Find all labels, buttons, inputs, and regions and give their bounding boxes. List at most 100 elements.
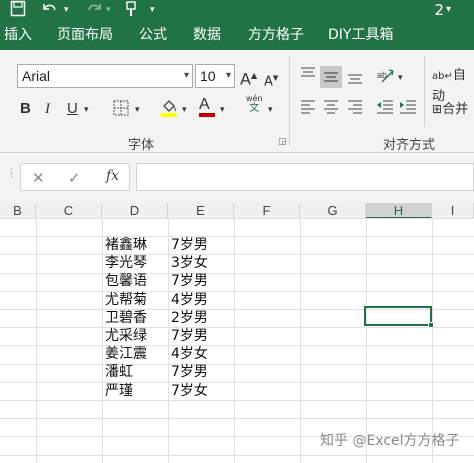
column-header-g[interactable]: G [300,203,366,219]
undo-dropdown-icon[interactable]: ▾ [64,0,69,20]
font-color-dropdown-icon[interactable]: ▾ [220,100,225,120]
watermark: 知乎 @Excel方方格子 [320,433,460,449]
orientation-dropdown-icon[interactable]: ▾ [398,68,403,88]
align-right-button[interactable] [347,99,363,120]
column-header-h[interactable]: H [366,203,432,219]
tab-data[interactable]: 数据 [193,20,221,50]
borders-button[interactable] [113,100,129,121]
grow-font-label: A [240,69,251,89]
fill-color-dropdown-icon[interactable]: ▾ [182,100,187,120]
redo-icon[interactable] [84,0,104,20]
shrink-font-button[interactable]: A▼ [264,68,278,92]
chevron-down-icon[interactable]: ▾ [226,65,231,87]
cell-info[interactable]: 2岁男 [168,309,208,327]
column-header-c[interactable]: C [36,203,102,219]
cell-info[interactable]: 4岁女 [168,345,208,363]
column-header-b[interactable]: B [0,203,36,219]
grid-line [0,363,474,365]
formula-input[interactable] [136,163,474,191]
underline-dropdown-icon[interactable]: ▾ [84,100,89,120]
column-header-d[interactable]: D [102,203,168,219]
align-center-button[interactable] [323,99,339,120]
cancel-icon[interactable]: ✕ [32,169,45,187]
align-left-button[interactable] [300,99,316,120]
tab-diy-toolbox[interactable]: DIY工具箱 [328,20,393,50]
column-header-f[interactable]: F [234,203,300,219]
cell-info[interactable]: 3岁女 [168,254,208,272]
borders-dropdown-icon[interactable]: ▾ [135,100,140,120]
grid-line [0,381,474,383]
merge-icon: ⊞ [432,102,443,116]
cell-name[interactable]: 尤采绿 [102,327,147,345]
cell-name[interactable]: 姜江震 [102,345,147,363]
top-align-icon [301,67,315,77]
orientation-button[interactable]: ab [376,66,396,89]
bottom-align-button[interactable] [347,69,363,90]
tab-fangfang[interactable]: 方方格子 [248,20,304,50]
tab-insert[interactable]: 插入 [4,20,32,50]
grid-line [300,219,301,463]
ribbon: Arial ▾ 10 ▾ A▲ A▼ B I U ▾ ▾ ▾ A ▾ wén 文… [0,50,474,153]
italic-button[interactable]: I [45,99,50,119]
fill-handle[interactable] [428,322,434,328]
decrease-indent-icon [377,100,393,114]
cell-name[interactable]: 尤帮菊 [102,291,147,309]
decrease-indent-button[interactable] [376,99,394,120]
grid-line [432,219,433,463]
tab-formulas[interactable]: 公式 [139,20,167,50]
grid-line [234,219,235,463]
formula-bar: ⋮ ✕ ✓ fx [0,153,474,203]
save-icon[interactable] [10,0,26,20]
format-painter-icon[interactable] [124,0,138,20]
tab-page-layout[interactable]: 页面布局 [57,20,113,50]
account-dropdown-icon[interactable]: ▾ [446,0,451,20]
align-left-icon [301,100,315,114]
cell-name[interactable]: 包馨语 [102,272,147,290]
cell-name[interactable]: 卫碧香 [102,309,147,327]
font-name-combobox[interactable]: Arial ▾ [17,64,193,88]
increase-indent-icon [400,100,416,114]
increase-indent-button[interactable] [399,99,417,120]
grid-line [0,418,474,420]
cell-info[interactable]: 7岁男 [168,236,208,254]
customize-toolbar-icon[interactable]: ▾ [150,0,155,20]
font-color-label: A [199,96,210,113]
underline-button[interactable]: U [67,99,78,119]
cell-name[interactable]: 李光琴 [102,254,147,272]
grip-icon[interactable]: ⋮ [6,167,17,178]
title-text: 2 [434,1,444,19]
selected-cell[interactable] [364,306,432,326]
cell-info[interactable]: 7岁男 [168,363,208,381]
merge-center-button[interactable]: ⊞合并 [432,99,468,120]
bold-button[interactable]: B [20,99,31,119]
grid-line [0,454,474,456]
font-dialog-launcher-icon[interactable]: ◲ [278,137,287,147]
grid-line [0,218,474,219]
middle-align-button[interactable] [323,69,339,90]
cell-info[interactable]: 7岁男 [168,327,208,345]
undo-icon[interactable] [40,0,60,20]
cell-name[interactable]: 褚鑫琳 [102,236,147,254]
chevron-down-icon[interactable]: ▾ [184,65,189,87]
font-size-combobox[interactable]: 10 ▾ [195,64,235,88]
merge-label: 合并 [442,102,469,117]
column-header-i[interactable]: I [432,203,474,219]
cell-info[interactable]: 4岁男 [168,291,208,309]
insert-function-button[interactable]: fx [106,168,119,184]
cell-info[interactable]: 7岁男 [168,272,208,290]
align-right-icon [348,100,362,114]
fill-color-button[interactable] [160,97,178,122]
fill-bucket-icon [161,100,177,117]
cell-info[interactable]: 7岁女 [168,382,208,400]
font-color-button[interactable]: A [199,95,215,117]
grow-font-button[interactable]: A▲ [240,66,257,89]
redo-dropdown-icon[interactable]: ▾ [106,0,111,20]
column-header-e[interactable]: E [168,203,234,219]
phonetic-dropdown-icon[interactable]: ▾ [268,100,273,120]
top-align-button[interactable] [300,66,316,87]
cell-name[interactable]: 严瑾 [102,382,133,400]
phonetic-guide-button[interactable]: wén 文 [246,94,263,114]
title-bar: ▾ ▾ ▾ 2 ▾ [0,0,474,20]
enter-icon[interactable]: ✓ [68,169,81,187]
cell-name[interactable]: 潘虹 [102,363,133,381]
